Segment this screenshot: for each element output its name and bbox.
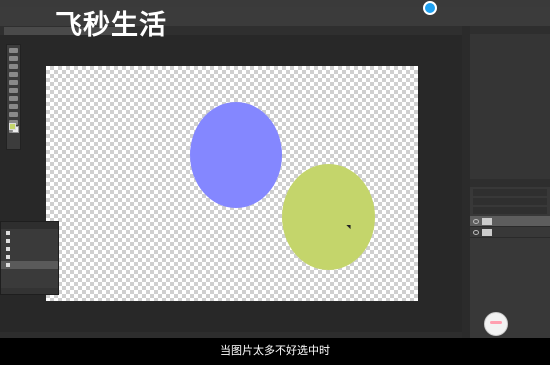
crop-icon[interactable] [9, 72, 18, 77]
layer-thumbnail [482, 228, 492, 236]
history-panel-tabs[interactable] [1, 222, 58, 229]
blend-mode-row[interactable] [473, 198, 547, 205]
right-panels [470, 26, 550, 346]
history-item-current[interactable] [1, 261, 58, 269]
layer-row[interactable] [470, 216, 550, 227]
pen-icon[interactable] [9, 112, 18, 117]
eye-icon[interactable] [473, 218, 479, 224]
green-circle-layer[interactable] [282, 164, 375, 270]
blue-circle-layer[interactable] [190, 102, 282, 208]
eraser-icon[interactable] [9, 96, 18, 101]
properties-row [470, 48, 550, 55]
tools-panel [6, 44, 21, 150]
brush-icon[interactable] [9, 88, 18, 93]
layer-row[interactable] [470, 227, 550, 238]
history-item[interactable] [1, 237, 58, 245]
panel-icon-strip [462, 26, 470, 346]
history-item[interactable] [1, 229, 58, 237]
foreground-color-swatch[interactable] [9, 123, 16, 130]
layers-panel-tabs[interactable] [470, 179, 550, 187]
eyedropper-icon[interactable] [9, 80, 18, 85]
avatar-icon [423, 1, 437, 15]
properties-panel-header[interactable] [470, 26, 550, 34]
history-item[interactable] [1, 253, 58, 261]
mascot-icon [484, 312, 508, 336]
layer-thumbnail [482, 217, 492, 225]
history-panel [0, 221, 59, 295]
photoshop-window: 飞秒生活 当图片太多不好选中时 [0, 0, 550, 365]
text-icon[interactable] [9, 104, 18, 109]
layer-filter-row[interactable] [473, 189, 547, 196]
properties-row [470, 41, 550, 48]
marquee-icon[interactable] [9, 56, 18, 61]
watermark-text: 飞秒生活 [55, 10, 167, 41]
video-caption: 当图片太多不好选中时 [220, 344, 330, 357]
layers-panel [470, 179, 550, 346]
properties-row [470, 34, 550, 41]
document-canvas[interactable] [46, 66, 418, 301]
lock-row[interactable] [473, 207, 547, 214]
eye-icon[interactable] [473, 229, 479, 235]
history-footer [1, 288, 58, 294]
history-item[interactable] [1, 245, 58, 253]
lasso-icon[interactable] [9, 64, 18, 69]
move-icon[interactable] [9, 48, 18, 53]
